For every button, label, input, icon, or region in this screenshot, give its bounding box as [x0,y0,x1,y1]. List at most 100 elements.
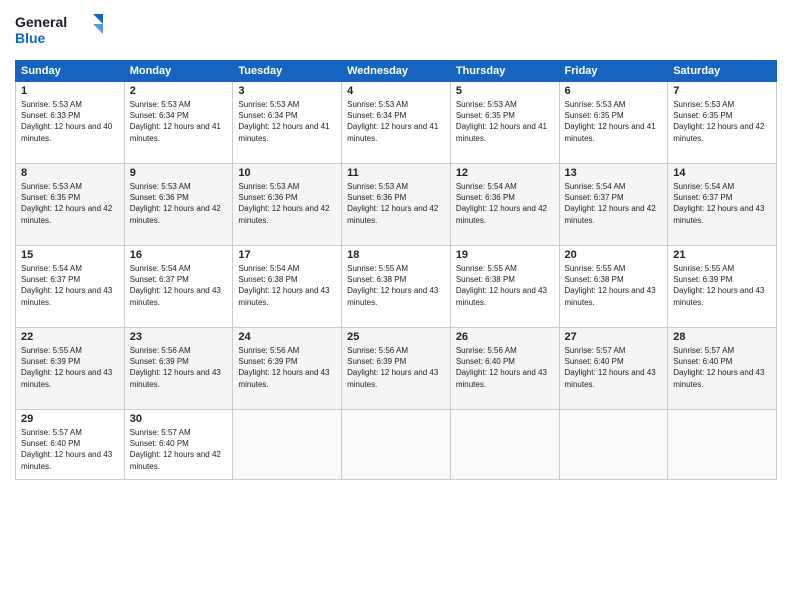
calendar-cell: 22 Sunrise: 5:55 AMSunset: 6:39 PMDayligh… [16,328,125,410]
day-header: Sunday [16,61,125,82]
calendar-cell: 23 Sunrise: 5:56 AMSunset: 6:39 PMDayligh… [124,328,233,410]
day-info: Sunrise: 5:54 AMSunset: 6:37 PMDaylight:… [673,181,771,226]
day-number: 5 [456,85,554,97]
calendar-cell [668,410,777,480]
calendar-cell: 17 Sunrise: 5:54 AMSunset: 6:38 PMDayligh… [233,246,342,328]
calendar-cell: 1 Sunrise: 5:53 AMSunset: 6:33 PMDaylight… [16,82,125,164]
calendar-cell: 27 Sunrise: 5:57 AMSunset: 6:40 PMDayligh… [559,328,668,410]
calendar-cell: 7 Sunrise: 5:53 AMSunset: 6:35 PMDaylight… [668,82,777,164]
day-header: Friday [559,61,668,82]
calendar-cell: 26Sunrise: 5:56 AMSunset: 6:40 PMDayligh… [450,328,559,410]
calendar-cell: 15 Sunrise: 5:54 AMSunset: 6:37 PMDayligh… [16,246,125,328]
day-info: Sunrise: 5:53 AMSunset: 6:36 PMDaylight:… [238,181,336,226]
calendar-cell: 20 Sunrise: 5:55 AMSunset: 6:38 PMDayligh… [559,246,668,328]
day-header: Saturday [668,61,777,82]
svg-text:Blue: Blue [15,30,46,46]
day-number: 11 [347,167,445,179]
header: General Blue [15,10,777,52]
day-info: Sunrise: 5:55 AMSunset: 6:38 PMDaylight:… [565,263,663,308]
day-number: 24 [238,331,336,343]
day-info: Sunrise: 5:53 AMSunset: 6:33 PMDaylight:… [21,99,119,144]
calendar-cell: 4 Sunrise: 5:53 AMSunset: 6:34 PMDaylight… [342,82,451,164]
day-info: Sunrise: 5:56 AMSunset: 6:39 PMDaylight:… [130,345,228,390]
day-info: Sunrise: 5:54 AMSunset: 6:37 PMDaylight:… [21,263,119,308]
day-info: Sunrise: 5:57 AMSunset: 6:40 PMDaylight:… [565,345,663,390]
day-header: Tuesday [233,61,342,82]
day-info: Sunrise: 5:53 AMSunset: 6:36 PMDaylight:… [130,181,228,226]
day-number: 20 [565,249,663,261]
day-info: Sunrise: 5:53 AMSunset: 6:34 PMDaylight:… [347,99,445,144]
calendar-cell [559,410,668,480]
day-info: Sunrise: 5:55 AMSunset: 6:38 PMDaylight:… [347,263,445,308]
day-info: Sunrise: 5:56 AMSunset: 6:39 PMDaylight:… [347,345,445,390]
calendar-cell: 30 Sunrise: 5:57 AMSunset: 6:40 PMDayligh… [124,410,233,480]
day-number: 17 [238,249,336,261]
day-number: 9 [130,167,228,179]
calendar-cell: 18 Sunrise: 5:55 AMSunset: 6:38 PMDayligh… [342,246,451,328]
calendar-cell [450,410,559,480]
day-info: Sunrise: 5:54 AMSunset: 6:37 PMDaylight:… [130,263,228,308]
calendar-cell: 21 Sunrise: 5:55 AMSunset: 6:39 PMDayligh… [668,246,777,328]
calendar-cell: 24 Sunrise: 5:56 AMSunset: 6:39 PMDayligh… [233,328,342,410]
day-info: Sunrise: 5:53 AMSunset: 6:35 PMDaylight:… [21,181,119,226]
day-header: Thursday [450,61,559,82]
calendar-cell: 25Sunrise: 5:56 AMSunset: 6:39 PMDayligh… [342,328,451,410]
day-number: 1 [21,85,119,97]
day-number: 6 [565,85,663,97]
day-number: 26 [456,331,554,343]
day-number: 23 [130,331,228,343]
day-number: 19 [456,249,554,261]
day-info: Sunrise: 5:54 AMSunset: 6:37 PMDaylight:… [565,181,663,226]
day-number: 22 [21,331,119,343]
day-number: 13 [565,167,663,179]
calendar-cell: 16 Sunrise: 5:54 AMSunset: 6:37 PMDayligh… [124,246,233,328]
calendar-cell: 8 Sunrise: 5:53 AMSunset: 6:35 PMDaylight… [16,164,125,246]
calendar-cell: 6 Sunrise: 5:53 AMSunset: 6:35 PMDaylight… [559,82,668,164]
page: General Blue SundayMondayTuesdayWednesda… [0,0,792,612]
day-header: Monday [124,61,233,82]
day-info: Sunrise: 5:54 AMSunset: 6:36 PMDaylight:… [456,181,554,226]
day-number: 16 [130,249,228,261]
day-number: 7 [673,85,771,97]
day-info: Sunrise: 5:57 AMSunset: 6:40 PMDaylight:… [21,427,119,472]
day-info: Sunrise: 5:53 AMSunset: 6:35 PMDaylight:… [565,99,663,144]
day-number: 30 [130,413,228,425]
calendar-cell: 28 Sunrise: 5:57 AMSunset: 6:40 PMDayligh… [668,328,777,410]
day-info: Sunrise: 5:54 AMSunset: 6:38 PMDaylight:… [238,263,336,308]
calendar-cell: 13 Sunrise: 5:54 AMSunset: 6:37 PMDayligh… [559,164,668,246]
calendar-cell: 12 Sunrise: 5:54 AMSunset: 6:36 PMDayligh… [450,164,559,246]
calendar-cell: 3 Sunrise: 5:53 AMSunset: 6:34 PMDaylight… [233,82,342,164]
day-number: 4 [347,85,445,97]
day-number: 8 [21,167,119,179]
day-number: 28 [673,331,771,343]
day-number: 27 [565,331,663,343]
day-info: Sunrise: 5:55 AMSunset: 6:39 PMDaylight:… [21,345,119,390]
calendar-cell: 9 Sunrise: 5:53 AMSunset: 6:36 PMDaylight… [124,164,233,246]
calendar-cell [233,410,342,480]
day-info: Sunrise: 5:57 AMSunset: 6:40 PMDaylight:… [130,427,228,472]
day-info: Sunrise: 5:53 AMSunset: 6:36 PMDaylight:… [347,181,445,226]
day-info: Sunrise: 5:55 AMSunset: 6:38 PMDaylight:… [456,263,554,308]
day-number: 12 [456,167,554,179]
calendar-cell: 11 Sunrise: 5:53 AMSunset: 6:36 PMDayligh… [342,164,451,246]
day-info: Sunrise: 5:55 AMSunset: 6:39 PMDaylight:… [673,263,771,308]
day-number: 2 [130,85,228,97]
day-info: Sunrise: 5:56 AMSunset: 6:39 PMDaylight:… [238,345,336,390]
day-number: 18 [347,249,445,261]
logo: General Blue [15,10,105,52]
day-info: Sunrise: 5:53 AMSunset: 6:35 PMDaylight:… [456,99,554,144]
day-number: 14 [673,167,771,179]
calendar-cell: 14 Sunrise: 5:54 AMSunset: 6:37 PMDayligh… [668,164,777,246]
calendar-cell: 5 Sunrise: 5:53 AMSunset: 6:35 PMDaylight… [450,82,559,164]
day-number: 3 [238,85,336,97]
calendar: SundayMondayTuesdayWednesdayThursdayFrid… [15,60,777,480]
logo-svg: General Blue [15,10,105,52]
day-info: Sunrise: 5:57 AMSunset: 6:40 PMDaylight:… [673,345,771,390]
day-number: 15 [21,249,119,261]
day-info: Sunrise: 5:53 AMSunset: 6:34 PMDaylight:… [238,99,336,144]
calendar-cell: 29Sunrise: 5:57 AMSunset: 6:40 PMDayligh… [16,410,125,480]
svg-text:General: General [15,14,67,30]
day-info: Sunrise: 5:53 AMSunset: 6:35 PMDaylight:… [673,99,771,144]
day-number: 10 [238,167,336,179]
day-number: 21 [673,249,771,261]
